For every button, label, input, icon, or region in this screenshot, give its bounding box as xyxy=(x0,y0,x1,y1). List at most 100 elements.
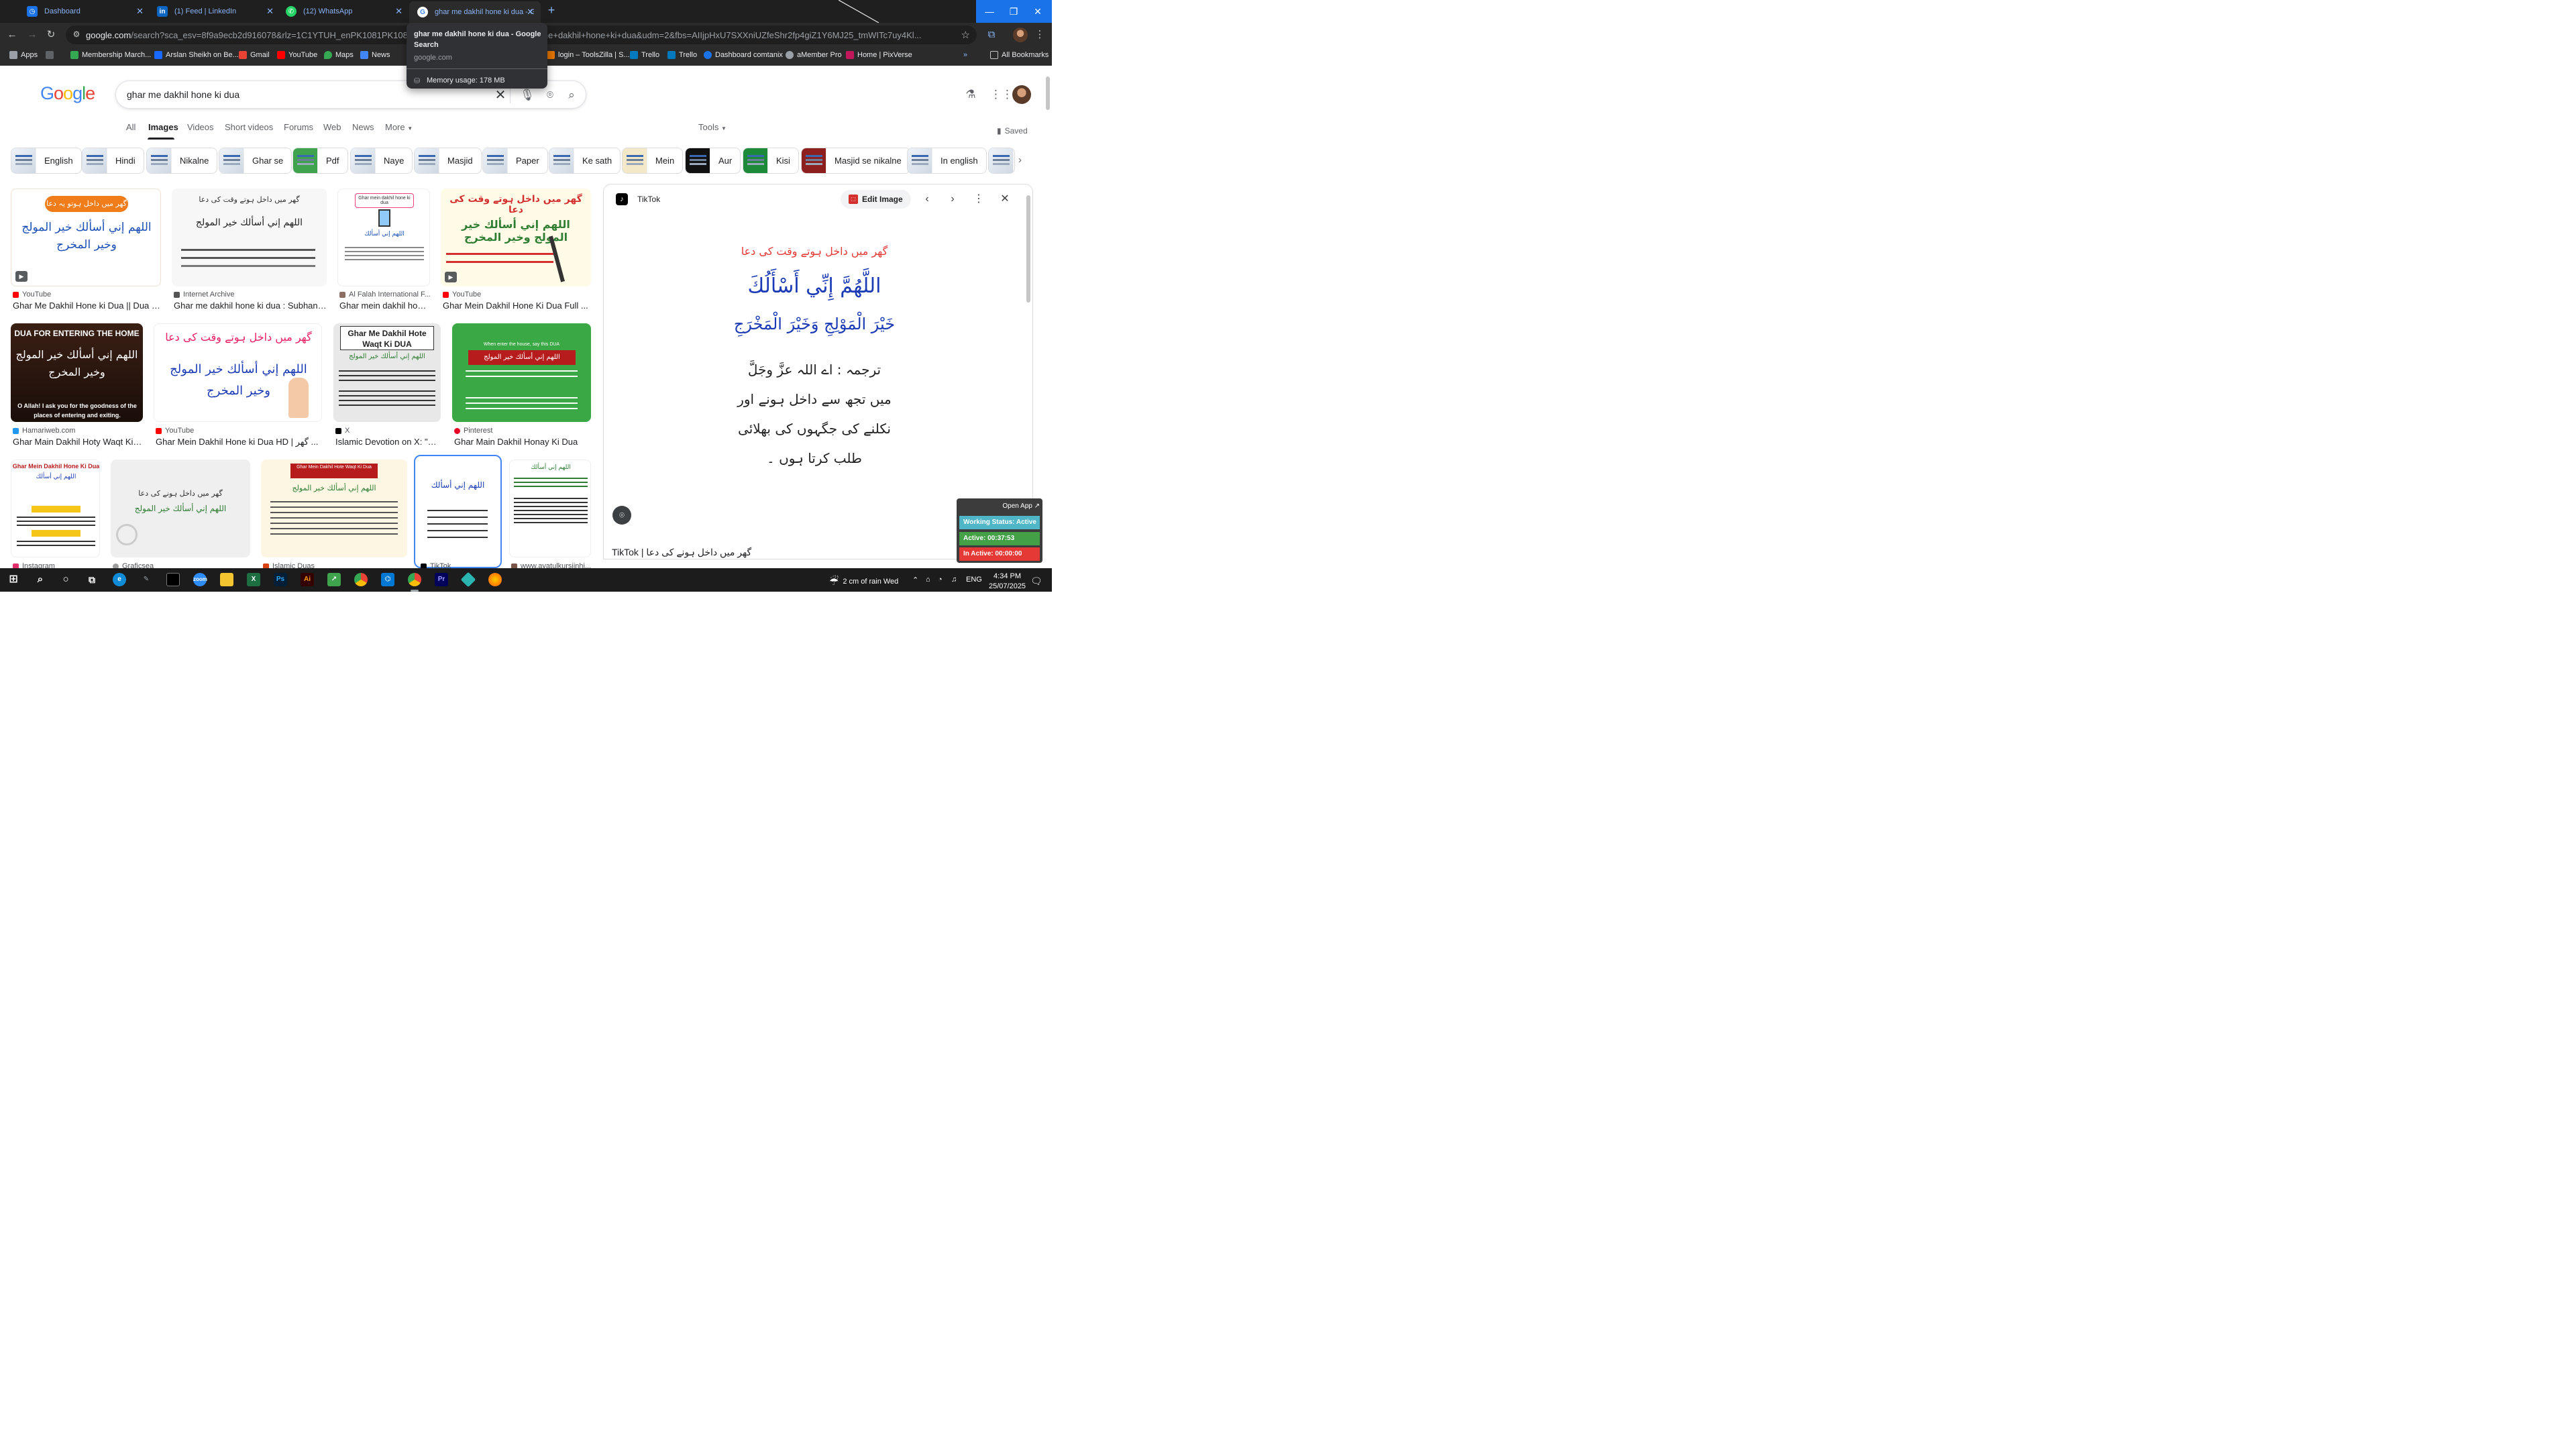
chip-naye[interactable]: Naye xyxy=(350,148,413,174)
bookmark-amember[interactable]: aMember Pro xyxy=(786,51,842,59)
preview-caption[interactable]: TikTok | گھر میں داخل ہونے کی دعا xyxy=(612,547,751,558)
image-result[interactable]: DUA FOR ENTERING THE HOME اللهم إني أسأل… xyxy=(11,323,144,449)
result-source[interactable]: Hamariweb.com xyxy=(13,427,75,435)
result-image[interactable]: گھر میں داخل ہوتے وقت کی دعا اللهم إني أ… xyxy=(154,323,322,422)
weather-widget[interactable]: ☔ 2 cm of rain Wed xyxy=(829,575,898,588)
result-title[interactable]: Ghar me dakhil hone ki dua : Subhan ... xyxy=(174,301,327,311)
image-result[interactable]: Ghar mein dakhil hone ki dua اللهم إني أ… xyxy=(337,189,431,313)
back-button[interactable]: ← xyxy=(5,28,19,42)
bookmark-maps[interactable]: Maps xyxy=(324,51,354,59)
tab-web[interactable]: Web xyxy=(323,122,341,132)
result-title[interactable]: Ghar Me Dakhil Hone ki Dua || Dua Wh... xyxy=(13,301,162,311)
image-result[interactable]: گھر میں داخل ہوتے وقت کی دعا اللهم إني أ… xyxy=(154,323,322,449)
tab-linkedin[interactable]: in (1) Feed | LinkedIn ✕ xyxy=(149,3,280,20)
chrome-active-icon[interactable] xyxy=(408,573,421,586)
result-source[interactable]: YouTube xyxy=(443,290,481,299)
labs-flask-icon[interactable]: ⚗ xyxy=(963,87,978,102)
result-image[interactable]: When enter the house, say this DUA اللهم… xyxy=(452,323,591,422)
result-image[interactable]: Ghar Me Dakhil Hote Waqt Ki DUA اللهم إن… xyxy=(333,323,441,422)
more-options-icon[interactable]: ⋮ xyxy=(971,191,987,207)
result-title[interactable]: Islamic Devotion on X: "Gh... xyxy=(335,437,441,447)
chip-mein[interactable]: Mein xyxy=(622,148,684,174)
menu-kebab-icon[interactable]: ⋮ xyxy=(1033,28,1046,42)
tab-videos[interactable]: Videos xyxy=(187,122,214,132)
close-icon[interactable]: ✕ xyxy=(136,6,144,17)
pen-tool-icon[interactable]: ✎ xyxy=(140,573,153,586)
panel-scrollbar[interactable] xyxy=(1026,195,1030,303)
chip-more[interactable] xyxy=(988,148,1015,174)
search-icon[interactable]: ⌕ xyxy=(564,88,579,103)
bookmark-trello-1[interactable]: Trello xyxy=(630,51,659,59)
task-view-icon[interactable]: ⧉ xyxy=(85,573,99,586)
language-indicator[interactable]: ENG xyxy=(966,576,982,584)
bookmark-toolszilla[interactable]: login – ToolsZilla | S... xyxy=(547,51,630,59)
forward-button[interactable]: → xyxy=(25,28,39,42)
chip-masjid-se-nikalne[interactable]: Masjid se nikalne xyxy=(801,148,910,174)
account-avatar[interactable] xyxy=(1012,85,1031,104)
bookmark-star-icon[interactable]: ☆ xyxy=(961,29,970,41)
google-apps-icon[interactable]: ⋮⋮ xyxy=(990,87,1013,102)
next-image-icon[interactable]: › xyxy=(945,191,961,207)
result-image[interactable]: اللهم إني أسألك xyxy=(419,460,496,558)
windows-start-icon[interactable]: ⊞ xyxy=(7,573,20,586)
image-result[interactable]: Ghar Mein Dakhil Hote Waqt Ki Dua اللهم … xyxy=(261,460,407,570)
preview-source[interactable]: TikTok xyxy=(637,195,660,204)
new-tab-button[interactable]: + xyxy=(545,4,558,17)
bookmark-behance[interactable]: Arslan Sheikh on Be... xyxy=(154,51,239,59)
result-title[interactable]: Ghar Main Dakhil Hoty Waqt Ki D... xyxy=(13,437,144,447)
bookmark-comtanix[interactable]: Dashboard comtanix xyxy=(704,51,783,59)
previous-image-icon[interactable]: ‹ xyxy=(919,191,935,207)
result-image[interactable]: گھر میں داخل ہوتے وقت کی دعا اللهم إني أ… xyxy=(441,189,591,286)
bookmark-news[interactable]: News xyxy=(360,51,390,59)
chrome-icon[interactable] xyxy=(354,573,368,586)
profile-avatar[interactable] xyxy=(1013,28,1028,42)
chip-english[interactable]: English xyxy=(11,148,82,174)
terminal-icon[interactable] xyxy=(166,573,180,586)
result-title[interactable]: Ghar mein dakhil hone... xyxy=(339,301,431,311)
bookmark-pixverse[interactable]: Home | PixVerse xyxy=(846,51,912,59)
notifications-icon[interactable]: 🗨 xyxy=(1030,576,1042,587)
site-info-icon[interactable]: ⚙ xyxy=(71,30,82,40)
result-title[interactable]: Ghar Mein Dakhil Hone ki Dua HD | گھر ..… xyxy=(156,437,323,447)
image-result[interactable]: اللهم إني أسألك www.ayatulkursiinhi... xyxy=(509,460,591,570)
wifi-icon[interactable]: ◔ xyxy=(938,576,943,584)
result-title[interactable]: Ghar Mein Dakhil Hone Ki Dua Full ... xyxy=(443,301,592,311)
clear-icon[interactable]: ✕ xyxy=(493,88,508,103)
result-source[interactable]: Internet Archive xyxy=(174,290,234,299)
image-result[interactable]: گھر میں داخل ہوتو یہ دعا پڑھے اللهم إني … xyxy=(11,189,162,313)
chip-nikalne[interactable]: Nikalne xyxy=(146,148,218,174)
lens-search-icon[interactable]: ⌾ xyxy=(612,506,631,525)
result-image[interactable]: گھر میں داخل ہوتے وقت کی دعا اللهم إني أ… xyxy=(172,189,327,286)
close-icon[interactable]: ✕ xyxy=(266,6,274,17)
edit-image-button[interactable]: ⬚ Edit Image xyxy=(841,190,911,209)
google-logo[interactable]: Google xyxy=(40,83,95,104)
image-result[interactable]: Ghar Me Dakhil Hote Waqt Ki DUA اللهم إن… xyxy=(333,323,441,449)
result-source[interactable]: YouTube xyxy=(13,290,51,299)
bookmarks-overflow-icon[interactable]: » xyxy=(963,51,967,59)
bookmark-trello-2[interactable]: Trello xyxy=(667,51,697,59)
chip-paper[interactable]: Paper xyxy=(482,148,548,174)
bookmark-gmail[interactable]: Gmail xyxy=(239,51,270,59)
zoom-icon[interactable]: zoom xyxy=(193,573,207,586)
tab-news[interactable]: News xyxy=(352,122,374,132)
search-input[interactable]: ghar me dakhil hone ki dua xyxy=(127,89,239,100)
result-source[interactable]: Al Falah International F... xyxy=(339,290,431,299)
result-image[interactable]: Ghar Mein Dakhil Hote Waqt Ki Dua اللهم … xyxy=(261,460,407,557)
chip-pdf[interactable]: Pdf xyxy=(292,148,348,174)
volume-icon[interactable]: ♫ xyxy=(951,576,957,584)
chevron-right-icon[interactable]: › xyxy=(1018,154,1022,166)
result-title[interactable]: Ghar Main Dakhil Honay Ki Dua xyxy=(454,437,592,447)
result-source[interactable]: Pinterest xyxy=(454,427,492,435)
search-icon[interactable]: ⌕ xyxy=(34,573,47,586)
bookmark-grid[interactable] xyxy=(46,51,57,59)
result-image[interactable]: اللهم إني أسألك xyxy=(509,460,591,557)
result-image[interactable]: Ghar mein dakhil hone ki dua اللهم إني أ… xyxy=(337,189,430,286)
chip-in-english[interactable]: In english xyxy=(907,148,987,174)
all-bookmarks[interactable]: All Bookmarks xyxy=(990,51,1049,59)
image-result[interactable]: گھر میں داخل ہونے کی دعا اللهم إني أسألك… xyxy=(111,460,250,570)
camera-lens-icon[interactable]: ⌾ xyxy=(543,88,557,103)
reload-button[interactable]: ↻ xyxy=(44,28,58,42)
image-result[interactable]: گھر میں داخل ہوتے وقت کی دعا اللهم إني أ… xyxy=(172,189,327,313)
tab-images[interactable]: Images xyxy=(148,122,178,132)
network-icon[interactable]: ⌂ xyxy=(926,576,930,584)
